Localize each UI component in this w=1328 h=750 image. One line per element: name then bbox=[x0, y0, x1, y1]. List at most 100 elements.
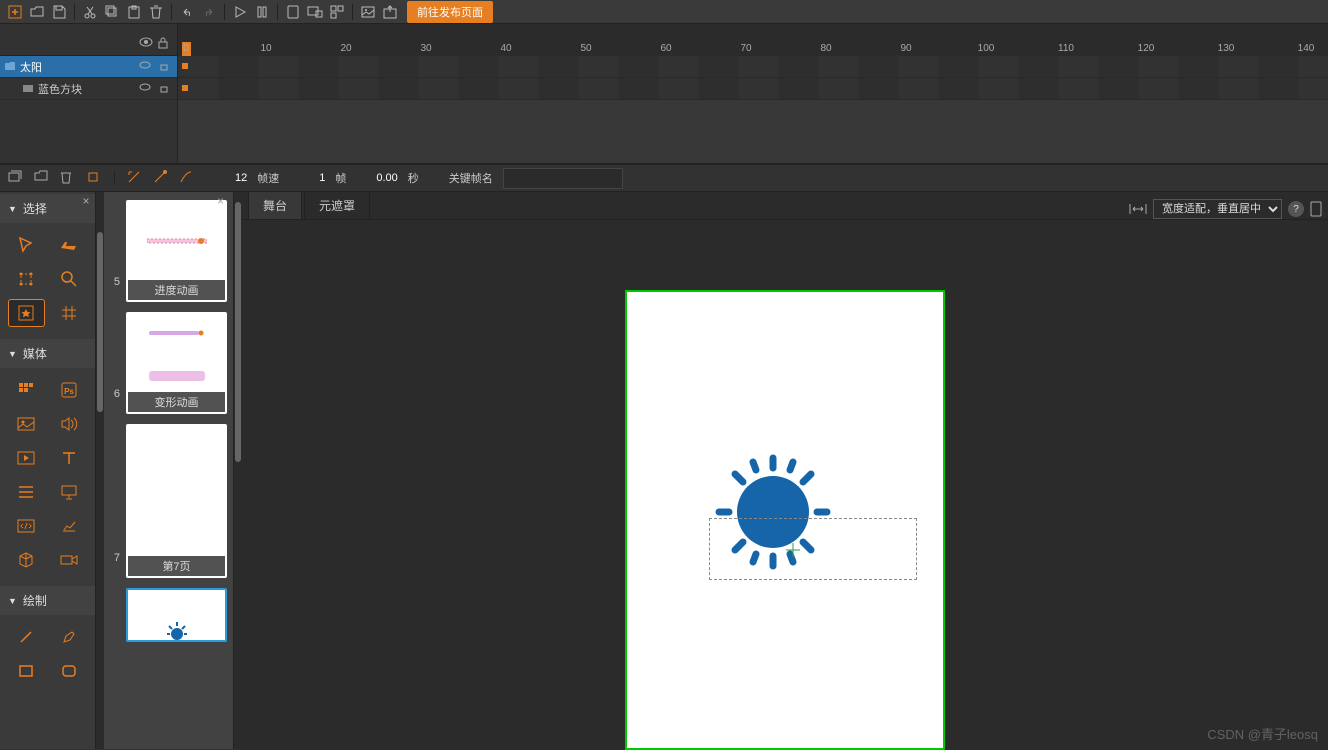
copy-icon[interactable] bbox=[101, 2, 123, 22]
thumb-label: 第7页 bbox=[128, 556, 225, 576]
palette-header-media[interactable]: ▼媒体 bbox=[0, 339, 95, 368]
thumbs-scrollbar[interactable] bbox=[234, 192, 242, 749]
ruler-tick: 80 bbox=[820, 43, 831, 54]
add-folder-icon[interactable] bbox=[34, 170, 50, 186]
layer-row-sun[interactable]: 太阳 bbox=[0, 56, 177, 78]
tab-stage[interactable]: 舞台 bbox=[248, 191, 302, 219]
page-number bbox=[110, 628, 120, 642]
undo-icon[interactable] bbox=[176, 2, 198, 22]
artboard[interactable] bbox=[625, 290, 945, 750]
layer-visibility-icon[interactable] bbox=[139, 83, 151, 95]
keyframe-name-label: 关键帧名 bbox=[449, 170, 493, 186]
ease-icon[interactable] bbox=[179, 170, 195, 186]
timeline-ruler[interactable]: 0 10 20 30 40 50 60 70 80 90 100 110 120… bbox=[178, 24, 1328, 56]
thumb-label: 变形动画 bbox=[128, 392, 225, 412]
image-media-icon[interactable] bbox=[8, 410, 45, 438]
lock-column-icon[interactable] bbox=[157, 37, 171, 51]
responsive-icon[interactable] bbox=[304, 2, 326, 22]
rounded-rect-icon[interactable] bbox=[51, 657, 88, 685]
copy-layer-icon[interactable] bbox=[86, 170, 102, 186]
ruler-tick: 110 bbox=[1058, 43, 1074, 54]
chart-icon[interactable] bbox=[51, 512, 88, 540]
layer-lock-icon[interactable] bbox=[159, 61, 171, 73]
stage-canvas[interactable] bbox=[242, 220, 1328, 750]
paste-icon[interactable] bbox=[123, 2, 145, 22]
keyframe-icon[interactable] bbox=[182, 85, 188, 91]
fit-width-icon[interactable] bbox=[1129, 203, 1147, 215]
add-layer-icon[interactable] bbox=[8, 170, 24, 186]
zoom-tool-icon[interactable] bbox=[51, 265, 88, 293]
cut-icon[interactable] bbox=[79, 2, 101, 22]
device-icon[interactable] bbox=[282, 2, 304, 22]
timeline-tracks: 0 10 20 30 40 50 60 70 80 90 100 110 120… bbox=[178, 24, 1328, 163]
timeline-footer: 12 帧速 1 帧 0.00 秒 关键帧名 bbox=[0, 164, 1328, 192]
thumb-preview bbox=[128, 590, 225, 640]
trash-icon[interactable] bbox=[60, 170, 76, 186]
close-icon[interactable]: × bbox=[79, 194, 93, 208]
time-value: 0.00 bbox=[376, 172, 397, 184]
publish-button[interactable]: 前往发布页面 bbox=[407, 1, 493, 23]
pause-icon[interactable] bbox=[251, 2, 273, 22]
qrcode-icon[interactable] bbox=[326, 2, 348, 22]
delete-icon[interactable] bbox=[145, 2, 167, 22]
fps-label: 帧速 bbox=[257, 170, 279, 186]
redo-icon[interactable] bbox=[198, 2, 220, 22]
page-thumb[interactable]: 7 第7页 bbox=[110, 424, 227, 578]
device-preview-icon[interactable] bbox=[1310, 201, 1322, 217]
image-icon[interactable] bbox=[357, 2, 379, 22]
favorite-tool-icon[interactable] bbox=[8, 299, 45, 327]
open-icon[interactable] bbox=[26, 2, 48, 22]
fit-mode-select[interactable]: 宽度适配，垂直居中 bbox=[1153, 199, 1282, 219]
present-icon[interactable] bbox=[51, 478, 88, 506]
pointer-tool-icon[interactable] bbox=[8, 231, 45, 259]
thumb-preview bbox=[128, 426, 225, 556]
selection-rectangle[interactable] bbox=[709, 518, 917, 580]
layer-icon bbox=[22, 83, 34, 95]
ruler-tick: 0 bbox=[183, 43, 189, 54]
3d-icon[interactable] bbox=[8, 546, 45, 574]
export-icon[interactable] bbox=[379, 2, 401, 22]
hand-tool-icon[interactable] bbox=[51, 231, 88, 259]
list-icon[interactable] bbox=[8, 478, 45, 506]
thumb-label: 进度动画 bbox=[128, 280, 225, 300]
tab-mask[interactable]: 元遮罩 bbox=[304, 191, 370, 219]
transform-tool-icon[interactable] bbox=[8, 265, 45, 293]
camera-icon[interactable] bbox=[51, 546, 88, 574]
ruler-tick: 120 bbox=[1138, 43, 1155, 54]
track-row[interactable] bbox=[178, 78, 1328, 100]
palette-header-draw[interactable]: ▼绘制 bbox=[0, 586, 95, 615]
page-thumb[interactable] bbox=[110, 588, 227, 642]
frame-value: 1 bbox=[319, 172, 325, 184]
keyframe-icon[interactable] bbox=[182, 63, 188, 69]
video-icon[interactable] bbox=[8, 444, 45, 472]
grid-tool-icon[interactable] bbox=[51, 299, 88, 327]
page-number: 7 bbox=[110, 552, 120, 578]
audio-icon[interactable] bbox=[51, 410, 88, 438]
visibility-column-icon[interactable] bbox=[139, 37, 153, 51]
new-file-icon[interactable] bbox=[4, 2, 26, 22]
pen-tool-icon[interactable] bbox=[51, 623, 88, 651]
text-tool-icon[interactable] bbox=[51, 444, 88, 472]
tween2-icon[interactable] bbox=[153, 170, 169, 186]
grid-media-icon[interactable] bbox=[8, 376, 45, 404]
layer-visibility-icon[interactable] bbox=[139, 61, 151, 73]
help-icon[interactable]: ? bbox=[1288, 201, 1304, 217]
tween-icon[interactable] bbox=[127, 170, 143, 186]
layer-header bbox=[0, 24, 177, 56]
line-tool-icon[interactable] bbox=[8, 623, 45, 651]
stage-area: 舞台 元遮罩 宽度适配，垂直居中 ? bbox=[242, 192, 1328, 749]
ps-icon[interactable]: Ps bbox=[51, 376, 88, 404]
ruler-tick: 60 bbox=[660, 43, 671, 54]
page-thumb[interactable]: 6 变形动画 bbox=[110, 312, 227, 414]
save-icon[interactable] bbox=[48, 2, 70, 22]
layer-lock-icon[interactable] bbox=[159, 83, 171, 95]
ruler-tick: 70 bbox=[740, 43, 751, 54]
rect-tool-icon[interactable] bbox=[8, 657, 45, 685]
code-icon[interactable] bbox=[8, 512, 45, 540]
page-thumb[interactable]: 5 进度动画 bbox=[110, 200, 227, 302]
palette-scrollbar[interactable] bbox=[96, 192, 104, 749]
keyframe-name-input[interactable] bbox=[503, 168, 623, 189]
layer-row-blue-square[interactable]: 蓝色方块 bbox=[0, 78, 177, 100]
play-icon[interactable] bbox=[229, 2, 251, 22]
track-row[interactable] bbox=[178, 56, 1328, 78]
